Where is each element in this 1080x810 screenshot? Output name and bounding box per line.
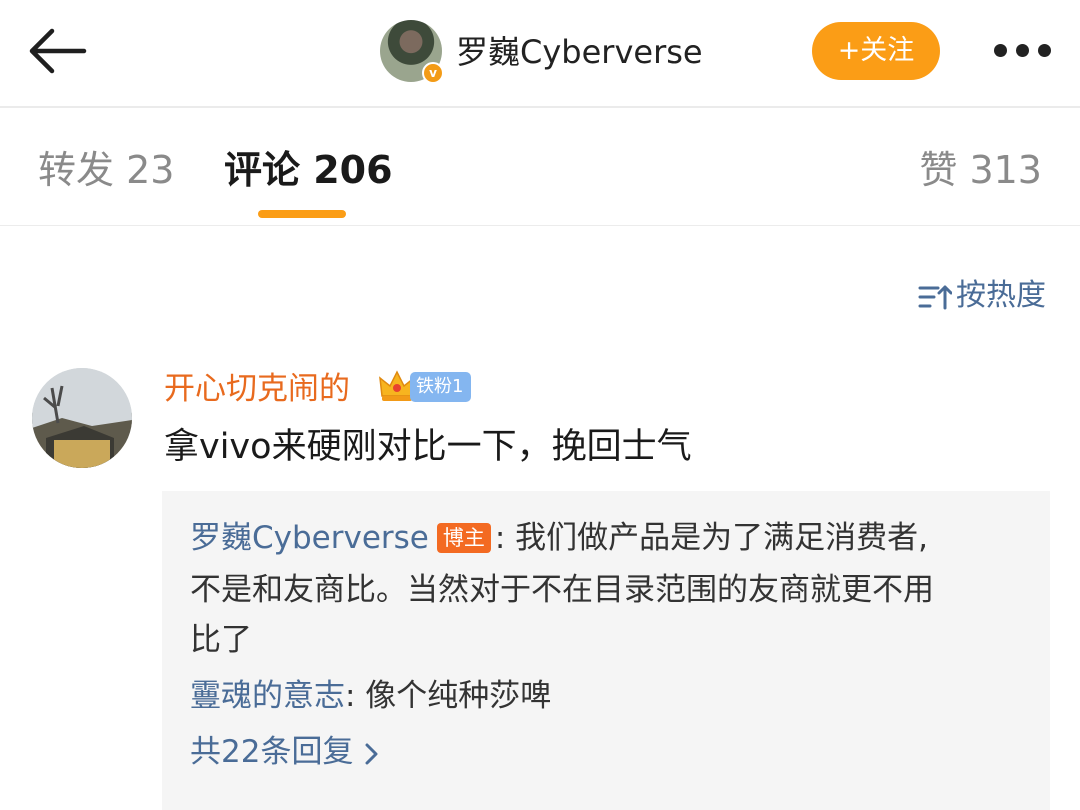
more-options-button[interactable] (986, 32, 1056, 68)
reply-text-continued: 不是和友商比。当然对于不在目录范围的友商就更不用 (190, 572, 934, 608)
comment-text: 拿vivo来硬刚对比一下，挽回士气 (164, 427, 692, 467)
tab-likes[interactable]: 赞 313 (919, 146, 1042, 194)
active-tab-indicator (258, 210, 346, 218)
author-avatar[interactable]: v (380, 20, 444, 84)
tabs-divider (0, 225, 1080, 226)
sort-by-hot-button[interactable]: 按热度 (918, 276, 1046, 316)
sort-icon (918, 285, 952, 309)
arrow-left-icon (29, 28, 87, 74)
reply-text: : 像个纯种莎啤 (345, 678, 552, 714)
view-all-replies-link[interactable]: 共22条回复 (190, 727, 379, 777)
reply-preview-box[interactable]: 罗巍Cyberverse 博主: 我们做产品是为了满足消费者, 不是和友商比。当然… (162, 491, 1050, 810)
verified-badge-icon: v (422, 62, 444, 84)
tab-comments[interactable]: 评论 206 (224, 146, 393, 194)
author-name[interactable]: 罗巍Cyberverse (456, 30, 703, 74)
reply-user[interactable]: 罗巍Cyberverse (190, 520, 429, 556)
reply-text: : 我们做产品是为了满足消费者, (494, 520, 929, 556)
reply-text-continued: 比了 (190, 622, 252, 658)
reply-item: 罗巍Cyberverse 博主: 我们做产品是为了满足消费者, (190, 513, 928, 563)
sort-label: 按热度 (956, 278, 1046, 313)
reply-item: 霻魂的意志: 像个纯种莎啤 (190, 671, 551, 721)
tab-reposts[interactable]: 转发 23 (38, 146, 174, 194)
commenter-avatar[interactable] (32, 368, 132, 468)
replies-count-label: 共22条回复 (190, 734, 354, 770)
commenter-name[interactable]: 开心切克闹的 (164, 368, 350, 410)
fan-level-badge: 铁粉1 (410, 372, 472, 402)
follow-button[interactable]: +关注 (812, 22, 940, 80)
avatar-photo (32, 368, 132, 468)
top-bar: v 罗巍Cyberverse +关注 (0, 0, 1080, 106)
header-divider (0, 106, 1080, 108)
host-badge: 博主 (436, 523, 491, 553)
chevron-right-icon (365, 743, 378, 764)
reply-user[interactable]: 霻魂的意志 (190, 678, 345, 714)
back-button[interactable] (26, 24, 88, 78)
